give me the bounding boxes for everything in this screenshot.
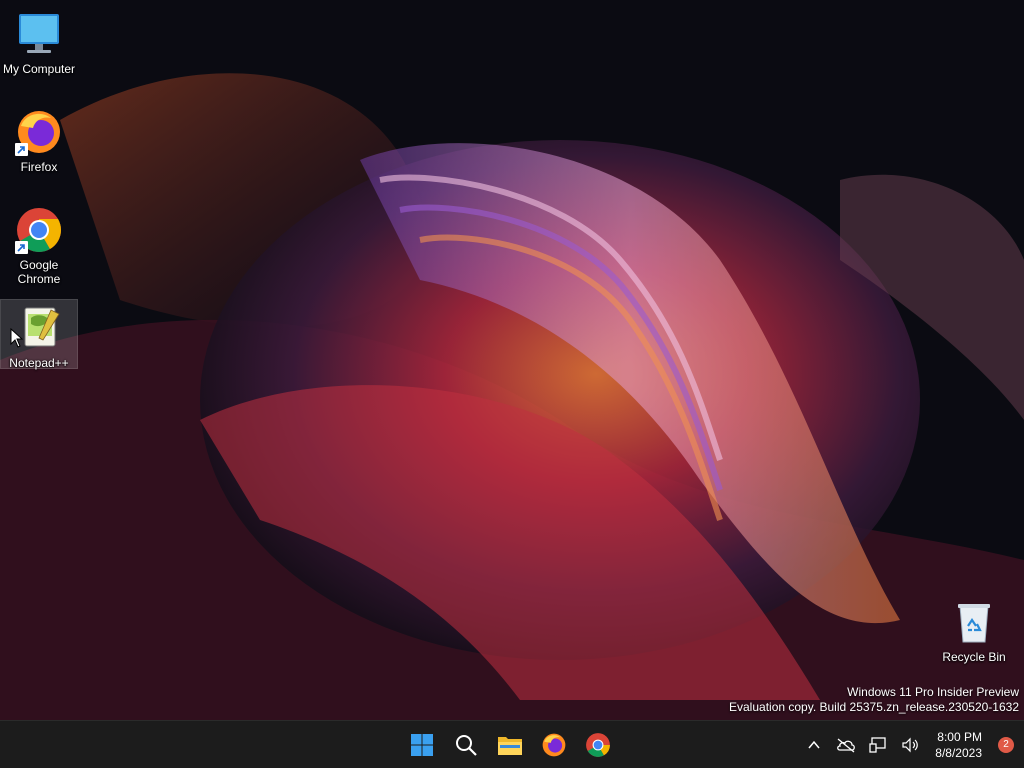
system-tray: 8:00 PM 8/8/2023 2 bbox=[803, 721, 1014, 769]
desktop-icon-firefox[interactable]: Firefox bbox=[1, 104, 77, 174]
onedrive-tray-button[interactable] bbox=[835, 734, 857, 756]
firefox-taskbar-button[interactable] bbox=[534, 725, 574, 765]
desktop[interactable]: My Computer Firefox Google Chrome Notepa… bbox=[0, 0, 1024, 720]
search-icon bbox=[456, 735, 477, 756]
wallpaper bbox=[0, 0, 1024, 720]
file-explorer-icon bbox=[498, 737, 522, 755]
volume-tray-button[interactable] bbox=[899, 734, 921, 756]
search-button[interactable] bbox=[446, 725, 486, 765]
desktop-icon-label: My Computer bbox=[2, 62, 76, 76]
firefox-icon bbox=[15, 108, 63, 156]
chrome-icon bbox=[15, 206, 63, 254]
chrome-taskbar-button[interactable] bbox=[578, 725, 618, 765]
desktop-icon-label: Notepad++ bbox=[9, 356, 69, 370]
desktop-icon-label: Google Chrome bbox=[17, 258, 61, 286]
desktop-icon-label: Recycle Bin bbox=[942, 650, 1006, 664]
clock-time: 8:00 PM bbox=[937, 730, 982, 744]
taskbar: 8:00 PM 8/8/2023 2 bbox=[0, 720, 1024, 768]
recycle-bin-icon bbox=[950, 598, 998, 646]
watermark-build: Evaluation copy. Build 25375.zn_release.… bbox=[729, 700, 1019, 714]
desktop-icon-label: Firefox bbox=[20, 160, 58, 174]
onedrive-offline-icon bbox=[837, 738, 856, 753]
windows-watermark: Windows 11 Pro Insider Preview Evaluatio… bbox=[729, 685, 1019, 715]
volume-icon bbox=[902, 737, 919, 753]
monitor-icon bbox=[15, 10, 63, 58]
notification-badge[interactable]: 2 bbox=[998, 737, 1014, 753]
desktop-icon-recycle-bin[interactable]: Recycle Bin bbox=[936, 594, 1012, 664]
start-button[interactable] bbox=[402, 725, 442, 765]
desktop-icon-google-chrome[interactable]: Google Chrome bbox=[1, 202, 77, 286]
start-icon bbox=[411, 734, 433, 756]
firefox-icon bbox=[542, 733, 566, 757]
desktop-icon-my-computer[interactable]: My Computer bbox=[1, 6, 77, 76]
chrome-icon bbox=[586, 733, 610, 757]
network-icon bbox=[869, 737, 886, 753]
show-hidden-icons-button[interactable] bbox=[803, 734, 825, 756]
taskbar-clock[interactable]: 8:00 PM 8/8/2023 bbox=[935, 729, 982, 761]
chevron-up-icon bbox=[808, 740, 820, 749]
file-explorer-button[interactable] bbox=[490, 725, 530, 765]
clock-date: 8/8/2023 bbox=[935, 746, 982, 760]
shortcut-arrow-icon bbox=[15, 241, 28, 254]
mouse-cursor-icon bbox=[10, 328, 24, 348]
shortcut-arrow-icon bbox=[15, 143, 28, 156]
taskbar-pinned-apps bbox=[402, 721, 618, 769]
watermark-edition: Windows 11 Pro Insider Preview bbox=[847, 685, 1019, 699]
network-tray-button[interactable] bbox=[867, 734, 889, 756]
